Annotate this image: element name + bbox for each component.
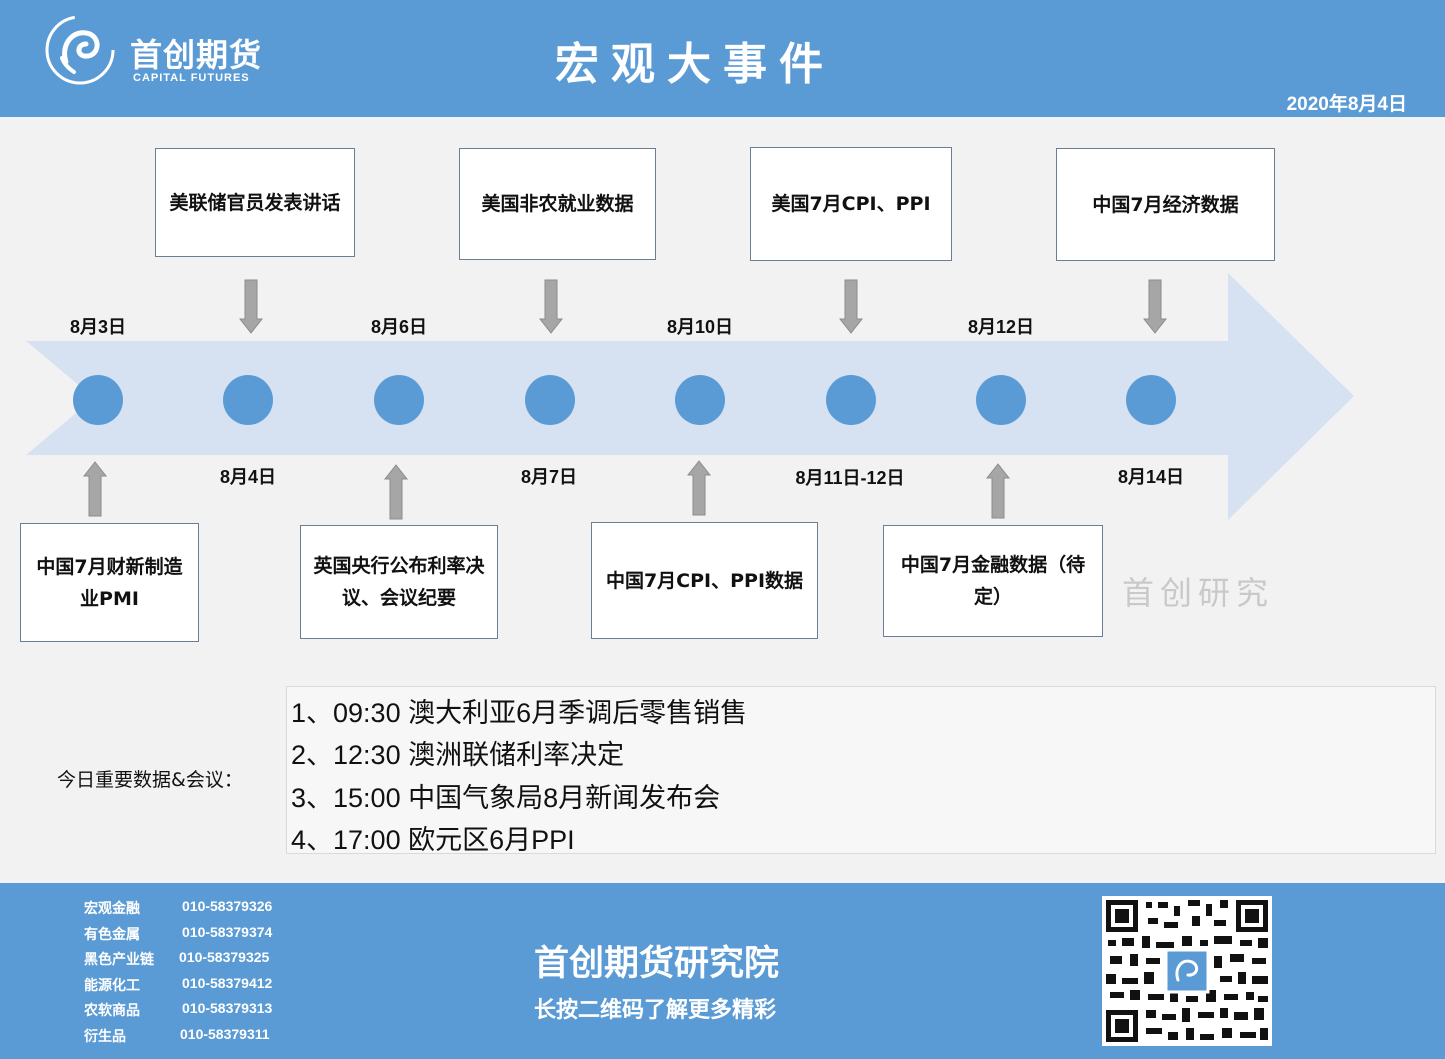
top-event-box: 中国7月经济数据 xyxy=(1056,148,1275,261)
contact-dept: 黑色产业链 xyxy=(84,952,154,968)
bottom-event-box: 中国7月金融数据（待定） xyxy=(883,525,1103,637)
timeline-node xyxy=(675,375,725,425)
timeline-node xyxy=(73,375,123,425)
timeline-node xyxy=(374,375,424,425)
down-arrow-icon xyxy=(238,279,264,334)
top-event-box: 美国7月CPI、PPI xyxy=(750,147,952,261)
today-item: 2、12:30 澳洲联储利率决定 xyxy=(291,740,625,770)
timeline-node xyxy=(1126,375,1176,425)
timeline-node xyxy=(525,375,575,425)
contact-dept: 能源化工 xyxy=(84,978,140,994)
contact-dept: 有色金属 xyxy=(84,927,140,943)
up-arrow-icon xyxy=(383,464,409,520)
contact-dept: 宏观金融 xyxy=(84,901,140,917)
contact-phone: 010-58379325 xyxy=(179,949,270,965)
top-event-box: 美联储官员发表讲话 xyxy=(155,148,355,257)
today-item: 1、09:30 澳大利亚6月季调后零售销售 xyxy=(291,698,748,728)
date-label: 8月7日 xyxy=(520,467,578,487)
contact-dept: 农软商品 xyxy=(84,1003,140,1019)
footer-title: 首创期货研究院 xyxy=(534,944,780,984)
contact-phone: 010-58379313 xyxy=(182,1000,273,1016)
contact-phone: 010-58379374 xyxy=(182,924,273,940)
qr-code-icon[interactable] xyxy=(1102,896,1272,1046)
contact-phone: 010-58379311 xyxy=(180,1026,270,1042)
date-label: 8月3日 xyxy=(69,317,127,337)
down-arrow-icon xyxy=(538,279,564,334)
contact-phone: 010-58379326 xyxy=(182,898,273,914)
bottom-event-box: 中国7月CPI、PPI数据 xyxy=(591,522,818,639)
today-list: 1、09:30 澳大利亚6月季调后零售销售 2、12:30 澳洲联储利率决定 3… xyxy=(286,686,1436,855)
bottom-event-box: 英国央行公布利率决议、会议纪要 xyxy=(300,525,498,639)
contact-dept: 衍生品 xyxy=(84,1029,126,1045)
date-label: 8月11日-12日 xyxy=(795,468,905,488)
top-event-box: 美国非农就业数据 xyxy=(459,148,656,260)
date-label: 8月14日 xyxy=(1117,467,1185,487)
up-arrow-icon xyxy=(686,460,712,516)
date-label: 8月4日 xyxy=(219,467,277,487)
contact-phone: 010-58379412 xyxy=(182,975,273,991)
down-arrow-icon xyxy=(838,279,864,334)
up-arrow-icon xyxy=(985,463,1011,519)
footer-subtitle: 长按二维码了解更多精彩 xyxy=(534,998,777,1023)
up-arrow-icon xyxy=(82,461,108,517)
date-label: 8月6日 xyxy=(370,317,428,337)
date-label: 8月10日 xyxy=(666,317,734,337)
bottom-event-box: 中国7月财新制造业PMI xyxy=(20,523,199,642)
today-item: 3、15:00 中国气象局8月新闻发布会 xyxy=(291,783,721,813)
today-item: 4、17:00 欧元区6月PPI xyxy=(291,825,575,855)
watermark: 首创研究 xyxy=(1122,574,1275,612)
date-label: 8月12日 xyxy=(967,317,1035,337)
timeline-node xyxy=(976,375,1026,425)
timeline-node xyxy=(223,375,273,425)
timeline-node xyxy=(826,375,876,425)
down-arrow-icon xyxy=(1142,279,1168,334)
today-label: 今日重要数据&会议： xyxy=(57,769,243,791)
